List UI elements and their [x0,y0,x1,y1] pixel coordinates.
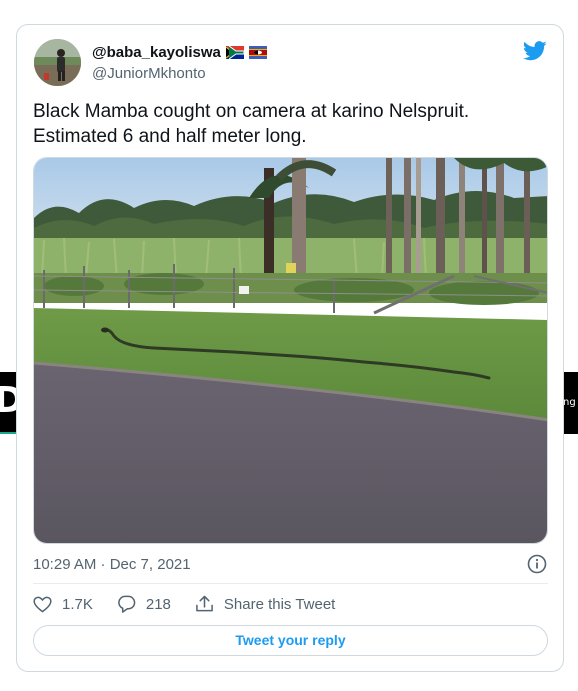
reply-icon [118,595,136,613]
info-icon[interactable] [527,554,547,574]
twitter-bird-icon[interactable] [523,40,547,62]
reply-count: 218 [145,595,171,613]
tweet-text: Black Mamba cought on camera at karino N… [33,101,470,147]
side-left-accent [0,432,16,434]
background-video-strip-right: ng [562,372,578,434]
share-button[interactable]: Share this Tweet [195,595,335,613]
south-africa-flag-icon [226,46,245,59]
handle[interactable]: @JuniorMkhonto [92,65,206,82]
background-video-strip-left: DF [0,372,48,434]
display-name-text[interactable]: @baba_kayoliswa [92,44,221,61]
share-icon [196,595,213,612]
tweet-timestamp[interactable]: 10:29 AM · Dec 7, 2021 [33,556,191,573]
divider [33,583,548,584]
side-right-text: ng [563,397,576,408]
tweet-actions: 1.7K 218 Share this Tweet [33,593,359,615]
eswatini-flag-icon [249,46,268,59]
like-count: 1.7K [62,595,93,613]
avatar[interactable] [34,39,81,86]
tweet-your-reply-button[interactable]: Tweet your reply [33,625,548,656]
like-button[interactable]: 1.7K [33,596,93,613]
display-name[interactable]: @baba_kayoliswa [92,44,268,61]
reply-action-button[interactable]: 218 [117,595,171,613]
heart-icon [33,596,52,613]
share-label: Share this Tweet [223,595,336,613]
tweet-card[interactable]: @baba_kayoliswa @JuniorMkhonto Black Mam… [16,24,564,672]
tweet-photo[interactable] [33,157,548,544]
